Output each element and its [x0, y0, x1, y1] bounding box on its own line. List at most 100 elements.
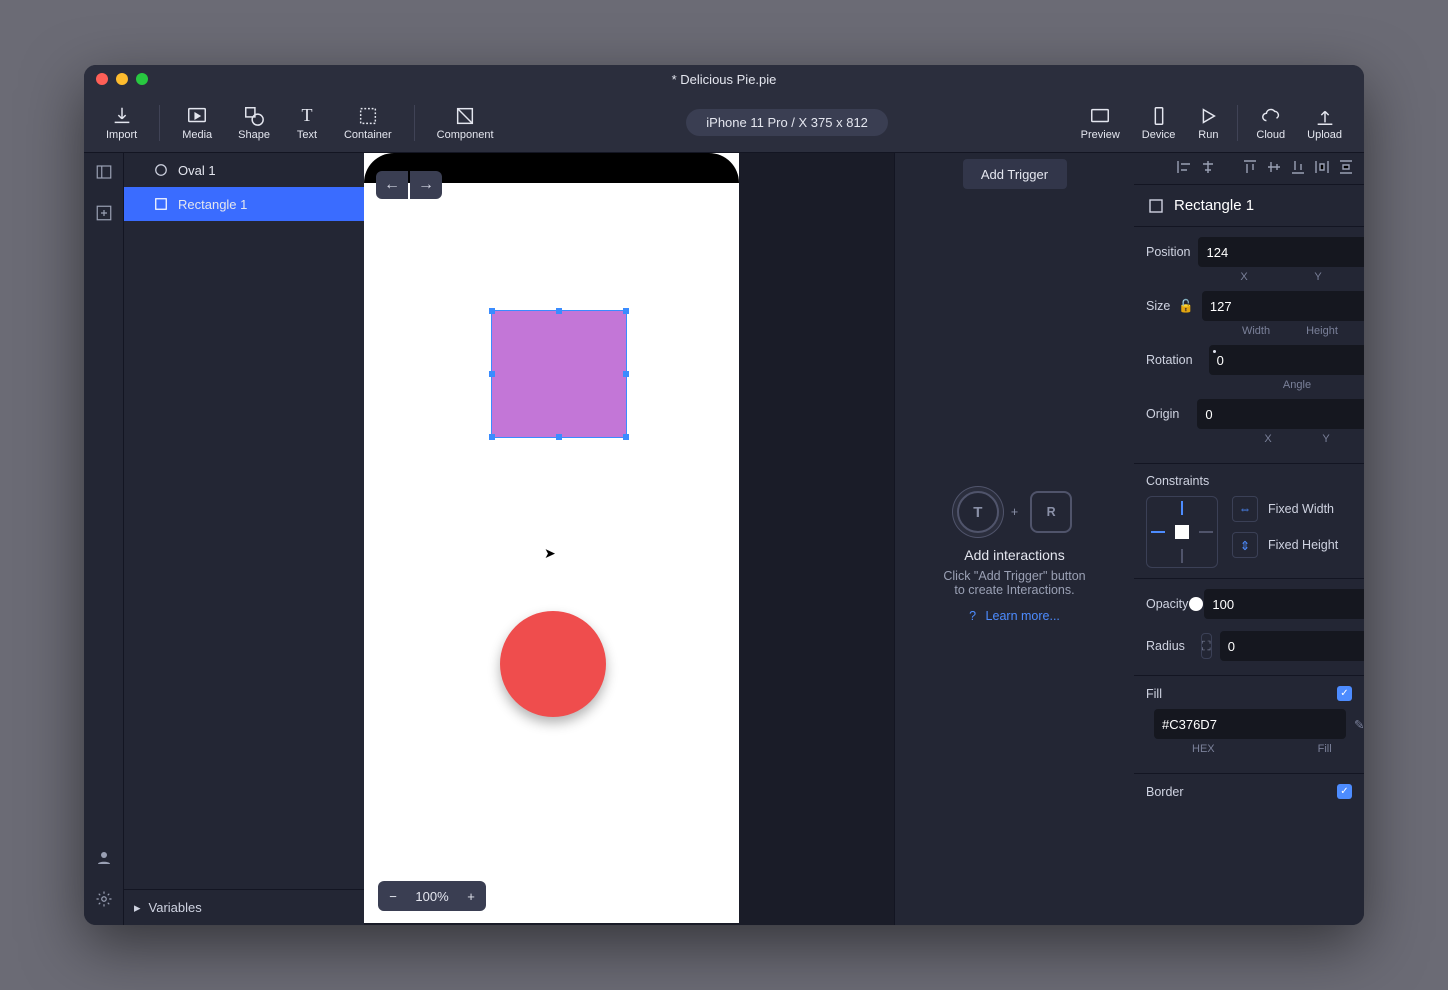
- back-button[interactable]: ←: [376, 171, 408, 199]
- preview-icon: [1089, 105, 1111, 127]
- artboard[interactable]: ➤: [364, 153, 739, 923]
- add-trigger-button[interactable]: Add Trigger: [963, 159, 1067, 189]
- radius-label: Radius: [1146, 639, 1185, 653]
- border-enabled-checkbox[interactable]: ✓: [1337, 784, 1352, 799]
- plus-icon: +: [1011, 505, 1018, 519]
- upload-button[interactable]: Upload: [1299, 101, 1350, 145]
- import-icon: [111, 105, 133, 127]
- zoom-control: − 100% +: [378, 881, 486, 911]
- text-tool[interactable]: T Text: [288, 101, 326, 145]
- zoom-out-button[interactable]: −: [378, 881, 408, 911]
- rotation-label: Rotation: [1146, 353, 1193, 367]
- radius-expand-icon[interactable]: ⛶: [1201, 633, 1212, 659]
- constraints-pin-box[interactable]: [1146, 496, 1218, 568]
- learn-more-link[interactable]: ? Learn more...: [969, 609, 1060, 623]
- shape-tool[interactable]: Shape: [230, 101, 278, 145]
- component-tool[interactable]: Component: [429, 101, 502, 145]
- canvas-history-nav: ← →: [376, 171, 442, 199]
- eyedropper-icon[interactable]: ✎: [1354, 717, 1364, 732]
- text-icon: T: [296, 105, 318, 127]
- position-label: Position: [1146, 245, 1190, 259]
- arrow-right-icon: →: [418, 176, 434, 194]
- fixed-width-icon: ⇔: [1232, 496, 1258, 522]
- width-input[interactable]: [1202, 291, 1364, 321]
- origin-x-input[interactable]: [1197, 399, 1364, 429]
- panels-icon[interactable]: [95, 163, 113, 186]
- alignment-tools: [1134, 153, 1364, 185]
- arrow-left-icon: ←: [384, 176, 400, 194]
- inspector-panel: Rectangle 1 Position XY Size 🔓: [1134, 153, 1364, 925]
- align-bottom-icon[interactable]: [1290, 159, 1306, 178]
- align-left-icon[interactable]: [1176, 159, 1192, 178]
- canvas-rectangle[interactable]: [492, 311, 626, 437]
- add-panel-icon[interactable]: [95, 204, 113, 227]
- canvas-oval[interactable]: [500, 611, 606, 717]
- fixed-width-toggle[interactable]: ⇔ Fixed Width: [1232, 496, 1338, 522]
- variables-panel-toggle[interactable]: ▸ Variables: [124, 889, 364, 925]
- radius-input[interactable]: [1220, 631, 1364, 661]
- align-center-h-icon[interactable]: [1200, 159, 1216, 178]
- rect-icon: [1148, 198, 1164, 214]
- opacity-input[interactable]: [1204, 589, 1364, 619]
- origin-label: Origin: [1146, 407, 1179, 421]
- container-tool[interactable]: Container: [336, 101, 400, 145]
- rect-icon: [154, 197, 168, 211]
- interactions-panel: Add Trigger T + R Add interactions Click…: [894, 153, 1134, 925]
- lock-aspect-icon[interactable]: 🔓: [1178, 299, 1194, 314]
- device-button[interactable]: Device: [1134, 101, 1184, 145]
- container-icon: [357, 105, 379, 127]
- selection-name: Rectangle 1: [1134, 185, 1364, 227]
- trigger-icon: T: [957, 491, 999, 533]
- align-top-icon[interactable]: [1242, 159, 1258, 178]
- oval-icon: [154, 163, 168, 177]
- traffic-lights: [96, 73, 148, 85]
- device-selector[interactable]: iPhone 11 Pro / X 375 x 812: [686, 109, 888, 136]
- size-label: Size: [1146, 299, 1170, 313]
- rotation-input[interactable]: [1209, 345, 1364, 375]
- zoom-window-button[interactable]: [136, 73, 148, 85]
- media-tool[interactable]: Media: [174, 101, 220, 145]
- response-icon: R: [1030, 491, 1072, 533]
- constraints-label: Constraints: [1146, 474, 1352, 488]
- fixed-height-toggle[interactable]: ⇕ Fixed Height: [1232, 532, 1338, 558]
- origin-grid[interactable]: [1187, 401, 1189, 427]
- zoom-value[interactable]: 100%: [408, 881, 456, 911]
- fill-enabled-checkbox[interactable]: ✓: [1337, 686, 1352, 701]
- run-button[interactable]: Run: [1189, 101, 1227, 145]
- shape-icon: [243, 105, 265, 127]
- document-title: * Delicious Pie.pie: [672, 72, 777, 87]
- run-icon: [1197, 105, 1219, 127]
- cloud-button[interactable]: Cloud: [1248, 101, 1293, 145]
- distribute-h-icon[interactable]: [1314, 159, 1330, 178]
- layers-panel: Oval 1 Rectangle 1 ▸ Variables: [124, 153, 364, 925]
- align-middle-icon[interactable]: [1266, 159, 1282, 178]
- fixed-height-icon: ⇕: [1232, 532, 1258, 558]
- device-notch: [464, 153, 639, 183]
- interactions-empty-state: T + R Add interactions Click "Add Trigge…: [923, 189, 1105, 925]
- left-rail: [84, 153, 124, 925]
- settings-icon[interactable]: [95, 890, 113, 913]
- media-icon: [186, 105, 208, 127]
- main-toolbar: Import Media Shape T Text Container Comp…: [84, 93, 1364, 153]
- layer-oval[interactable]: Oval 1: [124, 153, 364, 187]
- close-window-button[interactable]: [96, 73, 108, 85]
- preview-button[interactable]: Preview: [1073, 101, 1128, 145]
- import-tool[interactable]: Import: [98, 101, 145, 145]
- opacity-label: Opacity: [1146, 597, 1188, 611]
- cloud-icon: [1260, 105, 1282, 127]
- distribute-v-icon[interactable]: [1338, 159, 1354, 178]
- forward-button[interactable]: →: [410, 171, 442, 199]
- help-icon: ?: [969, 609, 976, 623]
- fill-label: Fill: [1146, 687, 1162, 701]
- cursor-icon: ➤: [544, 545, 556, 562]
- fill-hex-input[interactable]: [1154, 709, 1346, 739]
- layer-rectangle[interactable]: Rectangle 1: [124, 187, 364, 221]
- zoom-in-button[interactable]: +: [456, 881, 486, 911]
- component-icon: [454, 105, 476, 127]
- position-x-input[interactable]: [1198, 237, 1364, 267]
- canvas[interactable]: ➤ ← → − 100% +: [364, 153, 894, 925]
- minimize-window-button[interactable]: [116, 73, 128, 85]
- account-icon[interactable]: [95, 849, 113, 872]
- titlebar: * Delicious Pie.pie: [84, 65, 1364, 93]
- chevron-right-icon: ▸: [134, 900, 141, 916]
